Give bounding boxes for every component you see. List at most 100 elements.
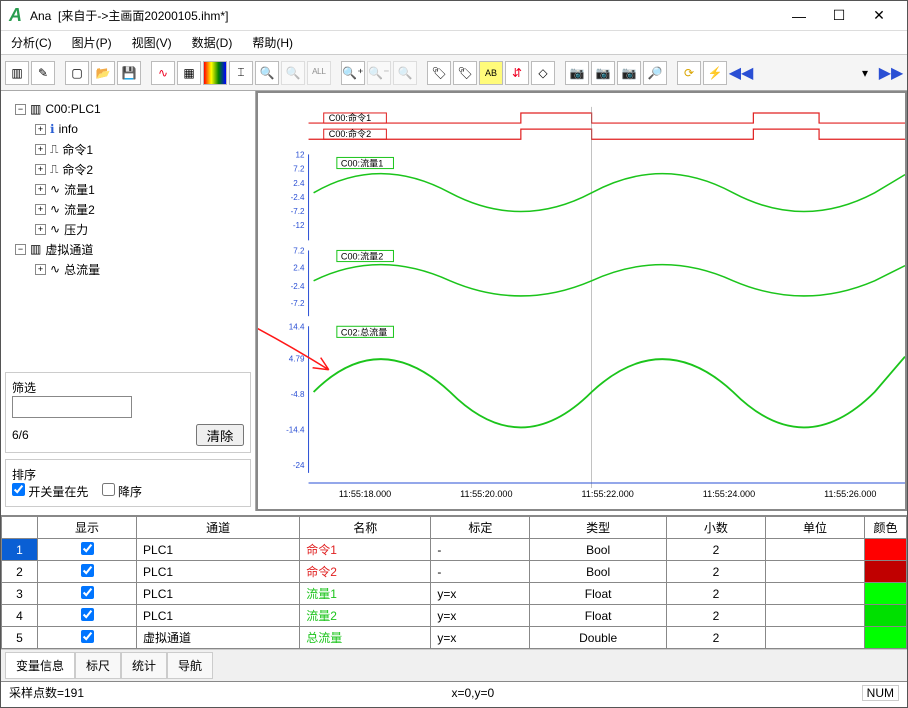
table-header[interactable]: 颜色 <box>865 517 907 539</box>
compare-icon[interactable]: ⇵ <box>505 61 529 85</box>
tag1-icon[interactable]: 🏷 <box>427 61 451 85</box>
zoom-all-icon[interactable]: ᴬᴸᴸ <box>307 61 331 85</box>
color-cell[interactable] <box>865 539 907 561</box>
row-number[interactable]: 4 <box>2 605 38 627</box>
zoom-minus-icon[interactable]: 🔍⁻ <box>367 61 391 85</box>
dropdown-icon[interactable]: ▾ <box>853 61 877 85</box>
table-row[interactable]: 2PLC1命令2-Bool2 <box>2 561 907 583</box>
tab-ruler[interactable]: 标尺 <box>75 652 121 679</box>
table-row[interactable]: 3PLC1流量1y=xFloat2 <box>2 583 907 605</box>
tree-item-flow1[interactable]: +∿ 流量1 <box>9 179 247 199</box>
table-row[interactable]: 4PLC1流量2y=xFloat2 <box>2 605 907 627</box>
color-cell[interactable] <box>865 605 907 627</box>
chart-pane[interactable]: C00:命令1 C00:命令2 12 7.2 2.4 -2.4 -7.2 -12… <box>256 91 907 511</box>
table-row[interactable]: 5虚拟通道总流量y=xDouble2 <box>2 627 907 649</box>
search-icon[interactable]: 🔎 <box>643 61 667 85</box>
sort-switch-first[interactable]: 开关量在先 <box>12 485 88 499</box>
show-cell[interactable] <box>38 539 137 561</box>
filter-input[interactable] <box>12 396 132 418</box>
snap2-icon[interactable]: 📷 <box>591 61 615 85</box>
svg-text:-14.4: -14.4 <box>286 425 305 434</box>
tree-root-virtual[interactable]: −▥ 虚拟通道 <box>9 239 247 259</box>
tree-item-total[interactable]: +∿ 总流量 <box>9 259 247 279</box>
show-cell[interactable] <box>38 605 137 627</box>
open-icon[interactable]: 📂 <box>91 61 115 85</box>
show-cell[interactable] <box>38 583 137 605</box>
clear-button[interactable]: 清除 <box>196 424 244 446</box>
chart-svg: C00:命令1 C00:命令2 12 7.2 2.4 -2.4 -7.2 -12… <box>258 93 905 509</box>
row-number[interactable]: 5 <box>2 627 38 649</box>
menu-help[interactable]: 帮助(H) <box>252 34 293 51</box>
menu-data[interactable]: 数据(D) <box>192 34 233 51</box>
channel-cell: 虚拟通道 <box>137 627 300 649</box>
svg-text:11:55:20.000: 11:55:20.000 <box>460 489 512 499</box>
table-header[interactable]: 单位 <box>765 517 864 539</box>
tab-stats[interactable]: 统计 <box>121 652 167 679</box>
unit-cell <box>765 561 864 583</box>
tag-ab-icon[interactable]: AB <box>479 61 503 85</box>
rewind-icon[interactable]: ◀◀ <box>729 61 753 85</box>
svg-text:-24: -24 <box>293 461 305 470</box>
menu-image[interactable]: 图片(P) <box>72 34 112 51</box>
tab-varinfo[interactable]: 变量信息 <box>5 652 75 679</box>
erase-icon[interactable]: ◇ <box>531 61 555 85</box>
wave-icon[interactable]: ∿ <box>151 61 175 85</box>
color-cell[interactable] <box>865 583 907 605</box>
table-header[interactable]: 小数 <box>666 517 765 539</box>
table-header[interactable]: 通道 <box>137 517 300 539</box>
palette-icon[interactable] <box>203 61 227 85</box>
tree-root-plc1[interactable]: −▥ C00:PLC1 <box>9 99 247 119</box>
variable-table: 显示通道名称标定类型小数单位颜色 1PLC1命令1-Bool22PLC1命令2-… <box>1 516 907 649</box>
snap1-icon[interactable]: 📷 <box>565 61 589 85</box>
save-icon[interactable]: 💾 <box>117 61 141 85</box>
cursor-icon[interactable]: ⌶ <box>229 61 253 85</box>
forward-icon[interactable]: ▶▶ <box>879 61 903 85</box>
show-cell[interactable] <box>38 561 137 583</box>
row-number[interactable]: 1 <box>2 539 38 561</box>
color-cell[interactable] <box>865 627 907 649</box>
svg-text:-4.8: -4.8 <box>291 390 305 399</box>
tree-item-cmd2[interactable]: +⎍ 命令2 <box>9 159 247 179</box>
zoom-reset-icon[interactable]: 🔍 <box>393 61 417 85</box>
status-num: NUM <box>862 685 899 701</box>
tab-nav[interactable]: 导航 <box>167 652 213 679</box>
menu-analyze[interactable]: 分析(C) <box>11 34 52 51</box>
sort-desc[interactable]: 降序 <box>102 485 142 499</box>
tree-item-info[interactable]: +ℹ info <box>9 119 247 139</box>
table-header[interactable]: 显示 <box>38 517 137 539</box>
cal-cell: - <box>431 539 530 561</box>
new-icon[interactable]: ▢ <box>65 61 89 85</box>
tree: −▥ C00:PLC1 +ℹ info +⎍ 命令1 +⎍ 命令2 +∿ 流量1… <box>5 95 251 368</box>
zoom-in-icon[interactable]: 🔍 <box>255 61 279 85</box>
table-row[interactable]: 1PLC1命令1-Bool2 <box>2 539 907 561</box>
table-header[interactable]: 标定 <box>431 517 530 539</box>
show-cell[interactable] <box>38 627 137 649</box>
zoom-plus-icon[interactable]: 🔍⁺ <box>341 61 365 85</box>
minimize-button[interactable]: — <box>779 2 819 30</box>
close-button[interactable]: ✕ <box>859 2 899 30</box>
menu-view[interactable]: 视图(V) <box>132 34 172 51</box>
table-header[interactable]: 类型 <box>530 517 667 539</box>
channel-cell: PLC1 <box>137 561 300 583</box>
lightning-icon[interactable]: ⚡ <box>703 61 727 85</box>
refresh-icon[interactable]: ⟳ <box>677 61 701 85</box>
layout-icon[interactable]: ▥ <box>5 61 29 85</box>
tree-item-flow2[interactable]: +∿ 流量2 <box>9 199 247 219</box>
zoom-out-icon[interactable]: 🔍 <box>281 61 305 85</box>
table-header[interactable] <box>2 517 38 539</box>
tag2-icon[interactable]: 🏷 <box>453 61 477 85</box>
grid-icon[interactable]: ▦ <box>177 61 201 85</box>
dec-cell: 2 <box>666 605 765 627</box>
filter-count: 6/6 <box>12 428 29 442</box>
edit-icon[interactable]: ✎ <box>31 61 55 85</box>
tree-item-pressure[interactable]: +∿ 压力 <box>9 219 247 239</box>
svg-text:-7.2: -7.2 <box>291 299 305 308</box>
color-cell[interactable] <box>865 561 907 583</box>
tree-item-cmd1[interactable]: +⎍ 命令1 <box>9 139 247 159</box>
row-number[interactable]: 3 <box>2 583 38 605</box>
row-number[interactable]: 2 <box>2 561 38 583</box>
table-header[interactable]: 名称 <box>300 517 431 539</box>
maximize-button[interactable]: ☐ <box>819 2 859 30</box>
type-cell: Bool <box>530 539 667 561</box>
snap3-icon[interactable]: 📷 <box>617 61 641 85</box>
